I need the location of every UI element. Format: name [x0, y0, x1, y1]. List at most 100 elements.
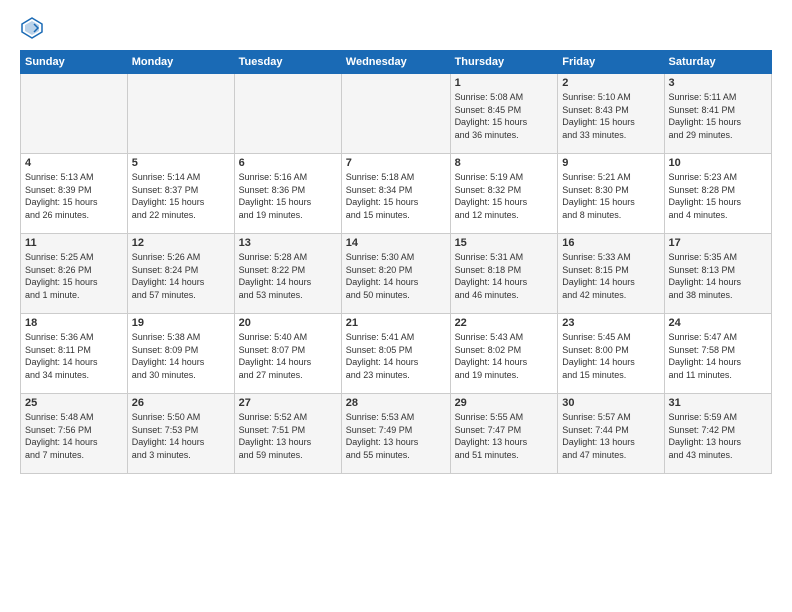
day-cell: 7 Sunrise: 5:18 AM Sunset: 8:34 PM Daylig… — [341, 154, 450, 234]
day-number: 21 — [346, 317, 446, 329]
week-row-3: 11 Sunrise: 5:25 AM Sunset: 8:26 PM Dayli… — [21, 234, 772, 314]
day-cell: 12 Sunrise: 5:26 AM Sunset: 8:24 PM Dayli… — [127, 234, 234, 314]
header-row: SundayMondayTuesdayWednesdayThursdayFrid… — [21, 51, 772, 74]
day-number: 22 — [455, 317, 554, 329]
day-cell — [21, 74, 128, 154]
day-number: 25 — [25, 397, 123, 409]
day-info: Sunrise: 5:45 AM Sunset: 8:00 PM Dayligh… — [562, 331, 659, 381]
day-cell: 19 Sunrise: 5:38 AM Sunset: 8:09 PM Dayli… — [127, 314, 234, 394]
day-number: 10 — [669, 157, 767, 169]
day-number: 13 — [239, 237, 337, 249]
day-info: Sunrise: 5:47 AM Sunset: 7:58 PM Dayligh… — [669, 331, 767, 381]
day-cell: 20Sunrise: 5:40 AM Sunset: 8:07 PM Dayli… — [234, 314, 341, 394]
col-header-wednesday: Wednesday — [341, 51, 450, 74]
day-cell: 29 Sunrise: 5:55 AM Sunset: 7:47 PM Dayli… — [450, 394, 558, 474]
calendar-page: SundayMondayTuesdayWednesdayThursdayFrid… — [0, 0, 792, 612]
day-number: 24 — [669, 317, 767, 329]
day-cell: 24 Sunrise: 5:47 AM Sunset: 7:58 PM Dayli… — [664, 314, 771, 394]
day-number: 11 — [25, 237, 123, 249]
day-cell: 31 Sunrise: 5:59 AM Sunset: 7:42 PM Dayli… — [664, 394, 771, 474]
col-header-monday: Monday — [127, 51, 234, 74]
day-info: Sunrise: 5:43 AM Sunset: 8:02 PM Dayligh… — [455, 331, 554, 381]
col-header-thursday: Thursday — [450, 51, 558, 74]
day-number: 6 — [239, 157, 337, 169]
day-info: Sunrise: 5:40 AM Sunset: 8:07 PM Dayligh… — [239, 331, 337, 381]
day-cell: 8 Sunrise: 5:19 AM Sunset: 8:32 PM Daylig… — [450, 154, 558, 234]
day-cell: 11 Sunrise: 5:25 AM Sunset: 8:26 PM Dayli… — [21, 234, 128, 314]
day-info: Sunrise: 5:18 AM Sunset: 8:34 PM Dayligh… — [346, 171, 446, 221]
day-cell: 3 Sunrise: 5:11 AM Sunset: 8:41 PM Daylig… — [664, 74, 771, 154]
day-info: Sunrise: 5:25 AM Sunset: 8:26 PM Dayligh… — [25, 251, 123, 301]
day-info: Sunrise: 5:52 AM Sunset: 7:51 PM Dayligh… — [239, 411, 337, 461]
day-info: Sunrise: 5:36 AM Sunset: 8:11 PM Dayligh… — [25, 331, 123, 381]
day-info: Sunrise: 5:08 AM Sunset: 8:45 PM Dayligh… — [455, 91, 554, 141]
day-number: 23 — [562, 317, 659, 329]
day-info: Sunrise: 5:21 AM Sunset: 8:30 PM Dayligh… — [562, 171, 659, 221]
day-cell: 17 Sunrise: 5:35 AM Sunset: 8:13 PM Dayli… — [664, 234, 771, 314]
day-info: Sunrise: 5:19 AM Sunset: 8:32 PM Dayligh… — [455, 171, 554, 221]
day-info: Sunrise: 5:11 AM Sunset: 8:41 PM Dayligh… — [669, 91, 767, 141]
col-header-tuesday: Tuesday — [234, 51, 341, 74]
day-cell: 4Sunrise: 5:13 AM Sunset: 8:39 PM Daylig… — [21, 154, 128, 234]
day-number: 8 — [455, 157, 554, 169]
day-cell: 25 Sunrise: 5:48 AM Sunset: 7:56 PM Dayli… — [21, 394, 128, 474]
col-header-saturday: Saturday — [664, 51, 771, 74]
col-header-friday: Friday — [558, 51, 664, 74]
week-row-5: 25 Sunrise: 5:48 AM Sunset: 7:56 PM Dayli… — [21, 394, 772, 474]
day-info: Sunrise: 5:31 AM Sunset: 8:18 PM Dayligh… — [455, 251, 554, 301]
day-info: Sunrise: 5:55 AM Sunset: 7:47 PM Dayligh… — [455, 411, 554, 461]
day-number: 16 — [562, 237, 659, 249]
day-number: 28 — [346, 397, 446, 409]
day-number: 27 — [239, 397, 337, 409]
day-cell: 9Sunrise: 5:21 AM Sunset: 8:30 PM Daylig… — [558, 154, 664, 234]
day-cell: 1 Sunrise: 5:08 AM Sunset: 8:45 PM Daylig… — [450, 74, 558, 154]
day-info: Sunrise: 5:59 AM Sunset: 7:42 PM Dayligh… — [669, 411, 767, 461]
day-cell: 5 Sunrise: 5:14 AM Sunset: 8:37 PM Daylig… — [127, 154, 234, 234]
day-cell: 15 Sunrise: 5:31 AM Sunset: 8:18 PM Dayli… — [450, 234, 558, 314]
day-info: Sunrise: 5:53 AM Sunset: 7:49 PM Dayligh… — [346, 411, 446, 461]
day-cell: 2 Sunrise: 5:10 AM Sunset: 8:43 PM Daylig… — [558, 74, 664, 154]
day-cell: 30Sunrise: 5:57 AM Sunset: 7:44 PM Dayli… — [558, 394, 664, 474]
day-info: Sunrise: 5:30 AM Sunset: 8:20 PM Dayligh… — [346, 251, 446, 301]
day-info: Sunrise: 5:35 AM Sunset: 8:13 PM Dayligh… — [669, 251, 767, 301]
day-info: Sunrise: 5:38 AM Sunset: 8:09 PM Dayligh… — [132, 331, 230, 381]
day-number: 18 — [25, 317, 123, 329]
day-cell: 23 Sunrise: 5:45 AM Sunset: 8:00 PM Dayli… — [558, 314, 664, 394]
day-cell: 16 Sunrise: 5:33 AM Sunset: 8:15 PM Dayli… — [558, 234, 664, 314]
day-info: Sunrise: 5:14 AM Sunset: 8:37 PM Dayligh… — [132, 171, 230, 221]
day-number: 2 — [562, 77, 659, 89]
day-info: Sunrise: 5:33 AM Sunset: 8:15 PM Dayligh… — [562, 251, 659, 301]
day-info: Sunrise: 5:41 AM Sunset: 8:05 PM Dayligh… — [346, 331, 446, 381]
day-cell: 14Sunrise: 5:30 AM Sunset: 8:20 PM Dayli… — [341, 234, 450, 314]
day-info: Sunrise: 5:23 AM Sunset: 8:28 PM Dayligh… — [669, 171, 767, 221]
day-number: 3 — [669, 77, 767, 89]
day-number: 31 — [669, 397, 767, 409]
calendar-table: SundayMondayTuesdayWednesdayThursdayFrid… — [20, 50, 772, 474]
page-header — [20, 16, 772, 40]
day-info: Sunrise: 5:10 AM Sunset: 8:43 PM Dayligh… — [562, 91, 659, 141]
day-number: 1 — [455, 77, 554, 89]
day-number: 17 — [669, 237, 767, 249]
day-number: 12 — [132, 237, 230, 249]
day-number: 19 — [132, 317, 230, 329]
day-info: Sunrise: 5:26 AM Sunset: 8:24 PM Dayligh… — [132, 251, 230, 301]
day-cell: 27 Sunrise: 5:52 AM Sunset: 7:51 PM Dayli… — [234, 394, 341, 474]
day-cell: 13Sunrise: 5:28 AM Sunset: 8:22 PM Dayli… — [234, 234, 341, 314]
day-number: 29 — [455, 397, 554, 409]
day-cell: 21 Sunrise: 5:41 AM Sunset: 8:05 PM Dayli… — [341, 314, 450, 394]
day-cell — [127, 74, 234, 154]
week-row-4: 18 Sunrise: 5:36 AM Sunset: 8:11 PM Dayli… — [21, 314, 772, 394]
day-info: Sunrise: 5:48 AM Sunset: 7:56 PM Dayligh… — [25, 411, 123, 461]
day-cell: 28 Sunrise: 5:53 AM Sunset: 7:49 PM Dayli… — [341, 394, 450, 474]
day-cell: 10 Sunrise: 5:23 AM Sunset: 8:28 PM Dayli… — [664, 154, 771, 234]
day-number: 7 — [346, 157, 446, 169]
day-info: Sunrise: 5:50 AM Sunset: 7:53 PM Dayligh… — [132, 411, 230, 461]
day-info: Sunrise: 5:57 AM Sunset: 7:44 PM Dayligh… — [562, 411, 659, 461]
day-number: 5 — [132, 157, 230, 169]
week-row-2: 4Sunrise: 5:13 AM Sunset: 8:39 PM Daylig… — [21, 154, 772, 234]
day-number: 15 — [455, 237, 554, 249]
logo — [20, 16, 48, 40]
day-number: 4 — [25, 157, 123, 169]
col-header-sunday: Sunday — [21, 51, 128, 74]
day-number: 26 — [132, 397, 230, 409]
